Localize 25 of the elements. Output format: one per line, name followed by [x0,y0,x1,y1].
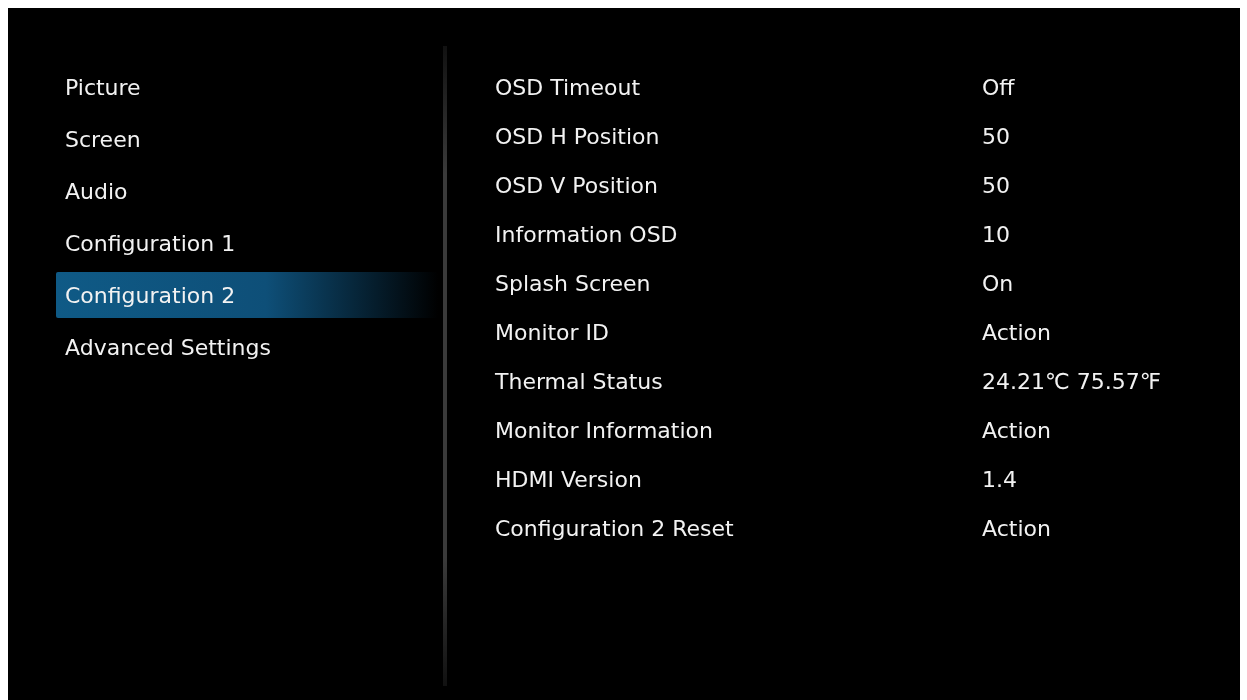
menu-item[interactable]: Configuration 1 [56,220,438,266]
setting-label: Monitor ID [495,319,611,345]
setting-label: OSD H Position [495,123,661,149]
setting-value[interactable]: Action [982,417,1051,443]
setting-label: OSD V Position [495,172,659,198]
setting-value[interactable]: 1.4 [982,466,1017,492]
menu-item[interactable]: Advanced Settings [56,324,438,370]
setting-label: Information OSD [495,221,679,247]
setting-value[interactable]: On [982,270,1014,296]
setting-label: OSD Timeout [495,74,642,100]
setting-label: Splash Screen [495,270,652,296]
setting-value[interactable]: 50 [982,123,1010,149]
setting-value[interactable]: Action [982,515,1051,541]
setting-value[interactable]: 10 [982,221,1010,247]
setting-value[interactable]: Action [982,319,1051,345]
setting-label: Monitor Information [495,417,714,443]
menu-item[interactable]: Picture [56,64,438,110]
menu-item[interactable]: Audio [56,168,438,214]
menu-item[interactable]: Screen [56,116,438,162]
setting-value[interactable]: 24.21℃ 75.57℉ [982,368,1161,394]
setting-value[interactable]: 50 [982,172,1010,198]
setting-label: Configuration 2 Reset [495,515,735,541]
setting-label: Thermal Status [495,368,664,394]
setting-value[interactable]: Off [982,74,1015,100]
setting-label: HDMI Version [495,466,643,492]
